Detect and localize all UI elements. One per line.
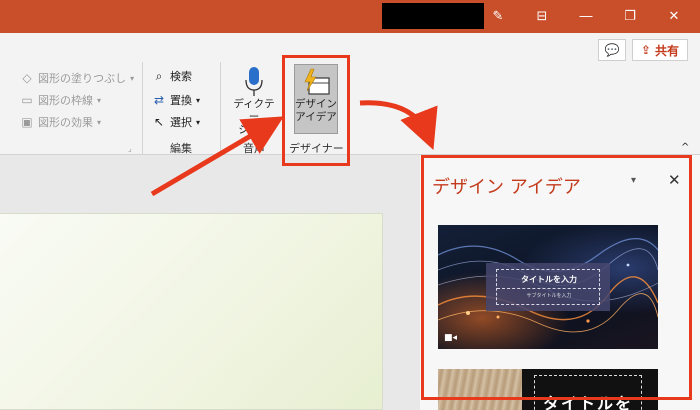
- cursor-icon: ↖: [153, 115, 165, 129]
- share-row: 💬 ⇪ 共有: [597, 39, 688, 61]
- replace-icon: ⇄: [153, 93, 165, 107]
- minimize-button[interactable]: ―: [564, 0, 608, 33]
- title-bar: ✎ ⊟ ― ❐ ✕: [0, 0, 700, 33]
- shape-effects-button[interactable]: ▣ 図形の効果 ▾: [20, 114, 101, 130]
- chevron-down-icon: ▾: [130, 73, 135, 83]
- share-label: 共有: [654, 43, 679, 58]
- share-icon: ⇪: [640, 43, 651, 57]
- group-separator: [142, 62, 143, 154]
- designer-highlight-box: [282, 55, 350, 166]
- ribbon: 💬 ⇪ 共有: [0, 33, 700, 155]
- dictate-button[interactable]: ディクテー ション: [229, 66, 279, 137]
- replace-button[interactable]: ⇄ 置換 ▾: [152, 92, 200, 108]
- edit-group-label: 編集: [170, 142, 192, 155]
- pen-icon[interactable]: ✎: [476, 0, 520, 33]
- slide-canvas[interactable]: [0, 213, 383, 410]
- ribbon-display-options-icon[interactable]: ⊟: [520, 0, 564, 33]
- close-window-button[interactable]: ✕: [652, 0, 696, 33]
- comments-button[interactable]: 💬: [597, 39, 626, 61]
- shape-effects-icon: ▣: [21, 115, 33, 129]
- paint-bucket-icon: ◇: [22, 71, 32, 85]
- select-button[interactable]: ↖ 選択 ▾: [152, 114, 200, 130]
- chevron-down-icon: ▾: [196, 95, 201, 105]
- chevron-down-icon: ▾: [196, 117, 201, 127]
- microphone-icon: [245, 67, 263, 96]
- voice-group-label: 音声: [243, 142, 265, 155]
- shape-fill-button[interactable]: ◇ 図形の塗りつぶし ▾: [20, 70, 134, 86]
- find-button[interactable]: ⌕ 検索: [152, 68, 192, 84]
- pane-highlight-box: [421, 155, 692, 400]
- dialog-launcher-icon[interactable]: ⌟: [128, 144, 132, 153]
- chevron-down-icon: ▾: [97, 117, 102, 127]
- shape-outline-button[interactable]: ▭ 図形の枠線 ▾: [20, 92, 101, 108]
- pen-outline-icon: ▭: [21, 93, 33, 107]
- chevron-down-icon: ▾: [97, 95, 102, 105]
- restore-button[interactable]: ❐: [608, 0, 652, 33]
- search-icon: ⌕: [155, 68, 163, 83]
- comment-icon: 💬: [604, 43, 620, 57]
- slide-editor-area: [0, 155, 420, 410]
- group-separator: [220, 62, 221, 154]
- redacted-area: [382, 3, 484, 29]
- collapse-ribbon-icon[interactable]: ^: [681, 142, 689, 153]
- share-button[interactable]: ⇪ 共有: [631, 39, 688, 61]
